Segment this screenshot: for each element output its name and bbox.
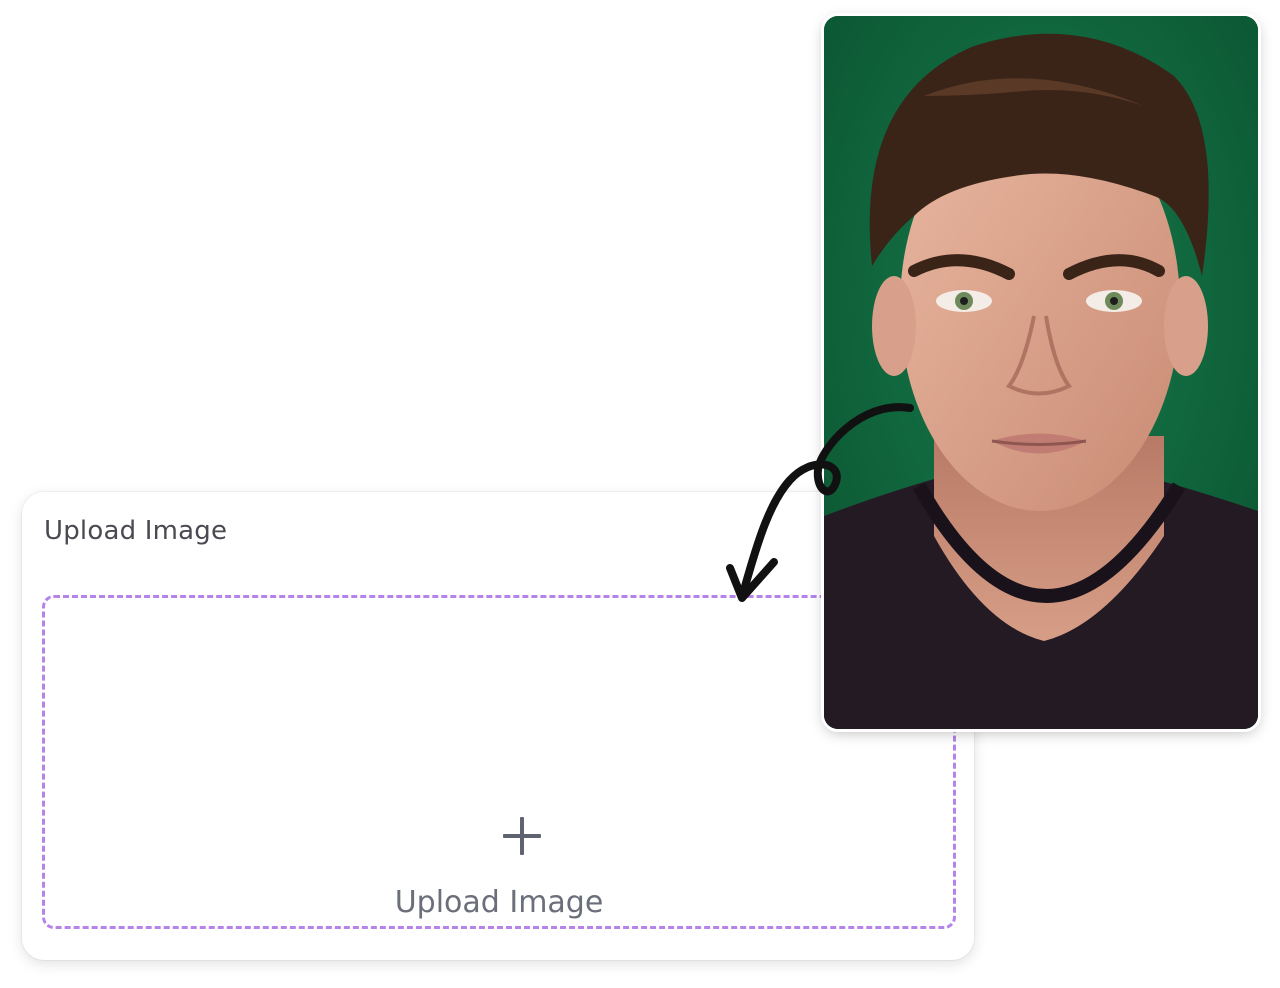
upload-dropzone[interactable]: Upload Image — [42, 595, 956, 929]
stage: Upload Image Upload Image — [0, 0, 1280, 988]
plus-icon — [503, 817, 541, 855]
curved-arrow-icon — [726, 403, 914, 602]
upload-dropzone-label: Upload Image — [394, 885, 604, 920]
upload-card-title: Upload Image — [44, 516, 228, 546]
